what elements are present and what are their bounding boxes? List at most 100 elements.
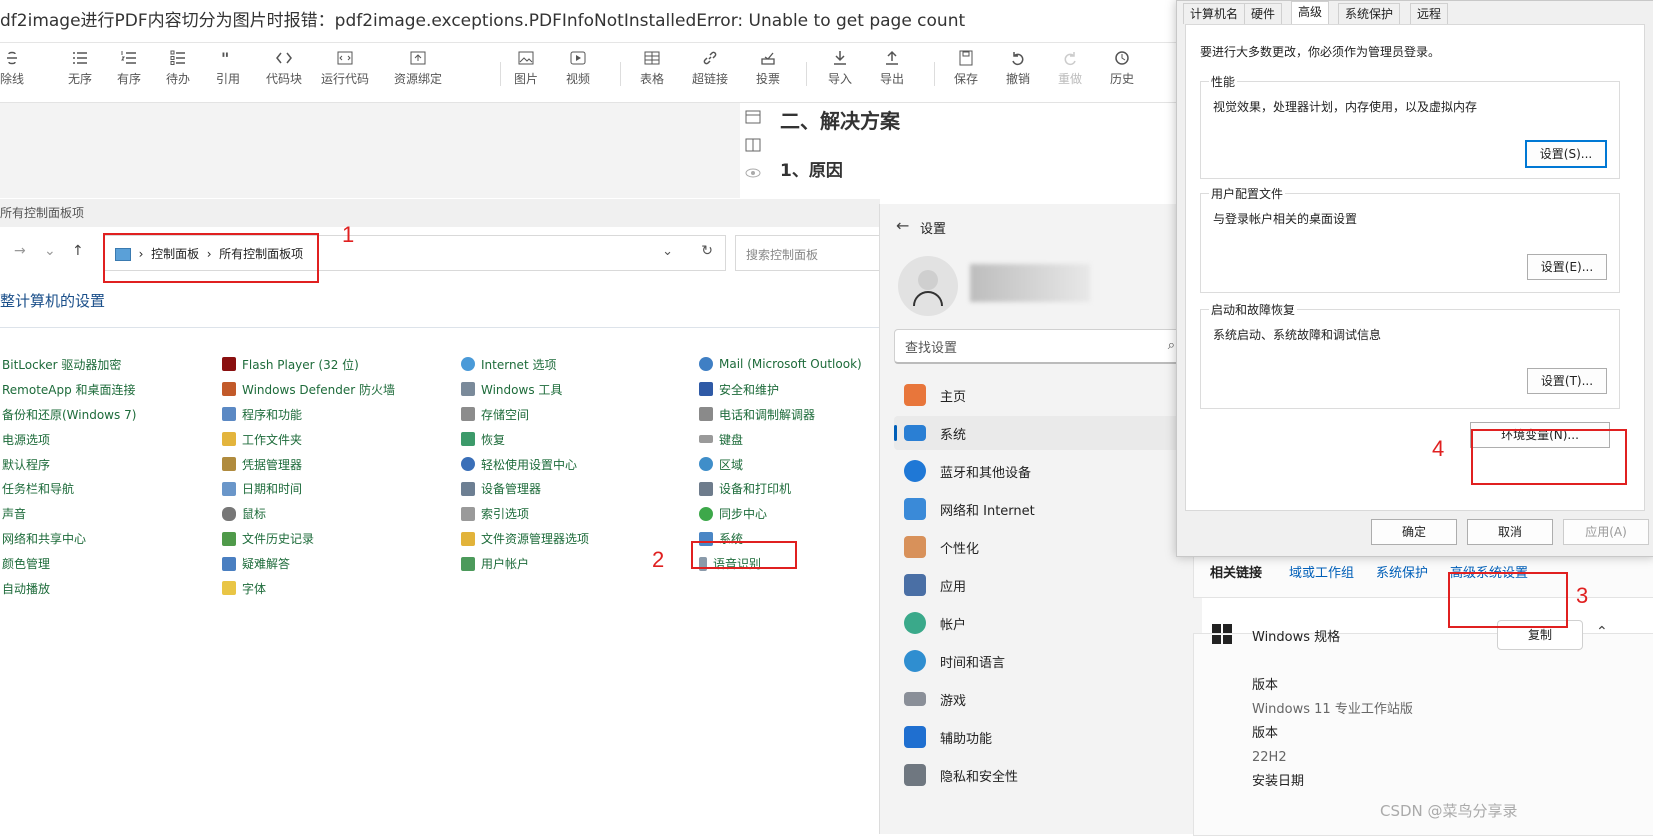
- folder-options-icon: [461, 531, 475, 546]
- ok-button[interactable]: 确定: [1371, 519, 1457, 545]
- chevron-down-icon[interactable]: ⌄: [662, 244, 673, 259]
- run-code-button[interactable]: 运行代码: [321, 50, 369, 87]
- cp-item-security-maintenance[interactable]: 安全和维护: [699, 377, 862, 402]
- cp-item-remoteapp[interactable]: RemoteApp 和桌面连接: [2, 377, 136, 402]
- tab-remote[interactable]: 远程: [1410, 3, 1449, 24]
- cp-item-color[interactable]: 颜色管理: [2, 551, 136, 576]
- history-button[interactable]: 历史: [1110, 50, 1134, 87]
- code-block-button[interactable]: 代码块: [266, 50, 302, 87]
- cp-item-region[interactable]: 区域: [699, 452, 862, 477]
- startup-settings-button[interactable]: 设置(T)...: [1527, 368, 1607, 394]
- cp-item-credentials[interactable]: 凭据管理器: [222, 452, 395, 477]
- cp-item-storage-spaces[interactable]: 存储空间: [461, 402, 589, 427]
- split-view-icon[interactable]: [745, 137, 763, 153]
- globe-icon: [461, 357, 475, 372]
- editor-pane[interactable]: [0, 103, 740, 198]
- nav-bluetooth[interactable]: 蓝牙和其他设备: [894, 454, 1184, 488]
- table-button[interactable]: 表格: [640, 50, 664, 87]
- cp-item-recovery[interactable]: 恢复: [461, 427, 589, 452]
- cp-item-programs[interactable]: 程序和功能: [222, 402, 395, 427]
- cp-item-device-manager[interactable]: 设备管理器: [461, 476, 589, 501]
- ordered-list-button[interactable]: 有序: [117, 50, 141, 87]
- cp-item-internet-options[interactable]: Internet 选项: [461, 352, 589, 377]
- search-input[interactable]: 搜索控制面板: [735, 235, 882, 271]
- cp-item-devices-printers[interactable]: 设备和打印机: [699, 476, 862, 501]
- chevron-down-icon[interactable]: ⌄: [44, 243, 56, 259]
- cp-item-network-sharing[interactable]: 网络和共享中心: [2, 526, 136, 551]
- tab-advanced[interactable]: 高级: [1291, 1, 1330, 25]
- up-arrow-icon[interactable]: ↑: [72, 243, 84, 259]
- cp-item-work-folders[interactable]: 工作文件夹: [222, 427, 395, 452]
- nav-home[interactable]: 主页: [894, 378, 1184, 412]
- settings-search-input[interactable]: 查找设置 ⌕: [894, 329, 1186, 364]
- cancel-button[interactable]: 取消: [1467, 519, 1553, 545]
- eye-icon[interactable]: [745, 165, 763, 181]
- tab-computer-name[interactable]: 计算机名: [1183, 3, 1246, 24]
- nav-accessibility[interactable]: 辅助功能: [894, 720, 1184, 754]
- back-arrow-icon[interactable]: →: [14, 243, 26, 259]
- undo-button[interactable]: 撤销: [1006, 50, 1030, 87]
- image-button[interactable]: 图片: [514, 50, 538, 87]
- chevron-up-icon[interactable]: ⌃: [1596, 624, 1608, 640]
- cp-item-indexing[interactable]: 索引选项: [461, 501, 589, 526]
- cp-item-sync-center[interactable]: 同步中心: [699, 501, 862, 526]
- quote-icon: ": [221, 50, 229, 66]
- nav-system[interactable]: 系统: [894, 416, 1184, 450]
- nav-apps[interactable]: 应用: [894, 568, 1184, 602]
- hyperlink-button[interactable]: 超链接: [692, 50, 728, 87]
- export-button[interactable]: 导出: [880, 50, 904, 87]
- nav-accounts[interactable]: 帐户: [894, 606, 1184, 640]
- cp-item-file-history[interactable]: 文件历史记录: [222, 526, 395, 551]
- cp-item-bitlocker[interactable]: BitLocker 驱动器加密: [2, 352, 136, 377]
- keyboard-icon: [699, 435, 713, 444]
- refresh-icon[interactable]: ↻: [701, 243, 713, 259]
- cp-item-firewall[interactable]: Windows Defender 防火墙: [222, 377, 395, 402]
- cp-item-autoplay[interactable]: 自动播放: [2, 576, 136, 601]
- cp-item-taskbar[interactable]: 任务栏和导航: [2, 476, 136, 501]
- cp-item-phone-modem[interactable]: 电话和调制解调器: [699, 402, 862, 427]
- quote-button[interactable]: " 引用: [216, 50, 240, 87]
- performance-settings-button[interactable]: 设置(S)...: [1525, 140, 1607, 168]
- mail-icon: [699, 357, 713, 372]
- cp-item-ease-of-access[interactable]: 轻松使用设置中心: [461, 452, 589, 477]
- strikethrough-button[interactable]: 除线: [0, 50, 24, 87]
- redo-button[interactable]: 重做: [1058, 50, 1082, 87]
- back-arrow-icon[interactable]: ←: [896, 216, 909, 235]
- cp-item-sound[interactable]: 声音: [2, 501, 136, 526]
- resource-bind-button[interactable]: 资源绑定: [394, 50, 442, 87]
- cp-item-fonts[interactable]: 字体: [222, 576, 395, 601]
- cp-item-backup[interactable]: 备份和还原(Windows 7): [2, 402, 136, 427]
- cp-item-keyboard[interactable]: 键盘: [699, 427, 862, 452]
- cp-item-troubleshoot[interactable]: 疑难解答: [222, 551, 395, 576]
- article-title: df2image进行PDF内容切分为图片时报错：pdf2image.except…: [0, 0, 1180, 43]
- cp-item-user-accounts[interactable]: 用户帐户: [461, 551, 589, 576]
- cp-item-windows-tools[interactable]: Windows 工具: [461, 377, 589, 402]
- cp-item-mouse[interactable]: 鼠标: [222, 501, 395, 526]
- cp-item-power[interactable]: 电源选项: [2, 427, 136, 452]
- video-button[interactable]: 视频: [566, 50, 590, 87]
- tab-hardware[interactable]: 硬件: [1244, 3, 1283, 24]
- cp-item-datetime[interactable]: 日期和时间: [222, 476, 395, 501]
- code-icon: [276, 52, 292, 64]
- cp-item-default-programs[interactable]: 默认程序: [2, 452, 136, 477]
- unordered-list-button[interactable]: 无序: [68, 50, 92, 87]
- profile-settings-button[interactable]: 设置(E)...: [1527, 254, 1607, 280]
- nav-personalization[interactable]: 个性化: [894, 530, 1184, 564]
- layout-icon[interactable]: [745, 109, 763, 125]
- vote-button[interactable]: 投票: [756, 50, 780, 87]
- link-system-protection[interactable]: 系统保护: [1376, 562, 1428, 581]
- tab-system-protection[interactable]: 系统保护: [1338, 3, 1401, 24]
- save-button[interactable]: 保存: [954, 50, 978, 87]
- nav-privacy[interactable]: 隐私和安全性: [894, 758, 1184, 792]
- avatar[interactable]: [898, 256, 958, 316]
- import-button[interactable]: 导入: [828, 50, 852, 87]
- todo-button[interactable]: 待办: [166, 50, 190, 87]
- cp-item-explorer-options[interactable]: 文件资源管理器选项: [461, 526, 589, 551]
- apply-button[interactable]: 应用(A): [1563, 519, 1649, 545]
- cp-item-mail[interactable]: Mail (Microsoft Outlook): [699, 352, 862, 377]
- nav-time-language[interactable]: 时间和语言: [894, 644, 1184, 678]
- nav-gaming[interactable]: 游戏: [894, 682, 1184, 716]
- cp-item-flash[interactable]: Flash Player (32 位): [222, 352, 395, 377]
- nav-network[interactable]: 网络和 Internet: [894, 492, 1184, 526]
- link-domain-workgroup[interactable]: 域或工作组: [1289, 562, 1354, 581]
